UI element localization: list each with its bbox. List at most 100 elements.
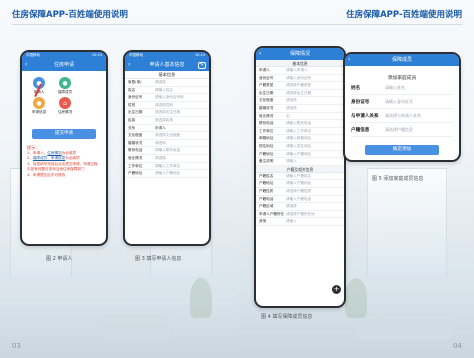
form-row[interactable]: 户籍性质 请选择户籍性质 bbox=[256, 188, 344, 196]
field-value[interactable]: 请输入 bbox=[286, 158, 344, 165]
field-value[interactable]: 请输入姓名 bbox=[155, 87, 209, 94]
form-row[interactable]: 与申请人关系 请选择与申请人关系 bbox=[351, 109, 453, 123]
form-row[interactable]: 邮箱地址 请输入邮箱地址 bbox=[256, 135, 344, 143]
field-value[interactable]: 请输入申请人 bbox=[286, 67, 344, 74]
field-value[interactable]: 请输入工作单位 bbox=[155, 163, 209, 170]
add-member-button[interactable]: + bbox=[332, 285, 341, 294]
form-row[interactable]: 户籍电话 请输入户籍电话 bbox=[256, 196, 344, 204]
form-row[interactable]: 身份证号 请输入身份证号 bbox=[351, 95, 453, 109]
field-value[interactable]: 请选择出生日期 bbox=[155, 109, 209, 116]
field-value[interactable]: 请输入工作单位 bbox=[286, 128, 344, 135]
back-arrow-icon[interactable]: ‹ bbox=[25, 59, 27, 71]
field-value[interactable]: 请输入 bbox=[286, 218, 344, 225]
field-value[interactable]: 请输入身份证号码 bbox=[155, 94, 209, 101]
status-bar: 中国移动 10:24 bbox=[22, 52, 106, 59]
back-arrow-icon[interactable]: ‹ bbox=[259, 48, 261, 60]
field-value[interactable]: 请输入姓名 bbox=[385, 85, 405, 91]
form-row[interactable]: 姓名 请输入姓名 bbox=[351, 81, 453, 95]
field-value[interactable]: 请输入身份证号 bbox=[385, 99, 413, 105]
notes-block: 提示： 1、申请人、住房情况为必填项 2、保障成员、申请信息为必填项 3、信息填… bbox=[22, 139, 106, 185]
form-row[interactable]: 家庭(单) 请选择 bbox=[125, 79, 209, 87]
field-value[interactable]: 请选择户籍信息 bbox=[385, 127, 413, 133]
form-row[interactable]: 户籍类型 请选择户籍类型 bbox=[256, 82, 344, 90]
field-label: 就业情况 bbox=[259, 113, 274, 118]
form-row[interactable]: 民族 请选择民族 bbox=[125, 117, 209, 125]
nav-title: 申请人基本信息 bbox=[149, 62, 185, 68]
back-arrow-icon[interactable]: ‹ bbox=[128, 59, 130, 71]
field-value[interactable]: 请选择 bbox=[286, 203, 344, 210]
form-row[interactable]: 就业情况 无 bbox=[256, 113, 344, 121]
form-row[interactable]: 户籍姓名 请输入户籍姓名 bbox=[256, 173, 344, 181]
form-row[interactable]: 婚姻状况 请选择 bbox=[125, 140, 209, 148]
field-value[interactable]: 请输入户籍电话 bbox=[286, 196, 344, 203]
field-label: 身份证号 bbox=[259, 75, 274, 80]
form-row[interactable]: 申请人 请输入申请人 bbox=[256, 67, 344, 75]
form-row[interactable]: 工作单位 请输入工作单位 bbox=[125, 163, 209, 171]
form-row[interactable]: 备注说明 请输入 bbox=[256, 158, 344, 166]
field-label: 联系电话 bbox=[259, 121, 274, 126]
field-value[interactable]: 请输入身份证号 bbox=[286, 75, 344, 82]
field-value[interactable]: 请选择民族 bbox=[155, 117, 209, 124]
form-row[interactable]: 联系电话 请输入联系电话 bbox=[256, 120, 344, 128]
field-value[interactable]: 请选择 bbox=[286, 105, 344, 112]
field-value[interactable]: 请输入户籍地址 bbox=[286, 151, 344, 158]
confirm-add-button[interactable]: 确定添加 bbox=[365, 145, 439, 155]
field-value[interactable]: 请选择 bbox=[286, 97, 344, 104]
form-row[interactable]: 户籍地址 请输入户籍地址 bbox=[125, 170, 209, 178]
form-row[interactable]: 性别 请选择性别 bbox=[125, 102, 209, 110]
field-label: 婚姻状况 bbox=[259, 105, 274, 110]
field-value[interactable]: 请输入联系电话 bbox=[286, 120, 344, 127]
field-value[interactable]: 请输入户籍地址 bbox=[155, 170, 209, 177]
field-value[interactable]: 请选择户籍所在地 bbox=[286, 211, 344, 218]
form-row[interactable]: 工作单位 请输入工作单位 bbox=[256, 128, 344, 136]
nav-bar: ‹ 申请人基本信息 ✎ bbox=[125, 59, 209, 71]
submit-application-button[interactable]: 提交申请 bbox=[32, 129, 96, 139]
form-row[interactable]: 婚姻状况 请选择 bbox=[256, 105, 344, 113]
form-row[interactable]: 申请人户籍所在 请选择户籍所在地 bbox=[256, 211, 344, 219]
note-line: 3、信息填写完成后点击提交申请，申请过程中如有问题可咨询当地住房保障部门 bbox=[27, 161, 98, 172]
field-label: 户籍类型 bbox=[259, 83, 274, 88]
form-row[interactable]: 出生日期 请选择出生日期 bbox=[125, 109, 209, 117]
field-value[interactable]: 请输入邮箱地址 bbox=[286, 135, 344, 142]
field-value[interactable]: 请选择户籍性质 bbox=[286, 188, 344, 195]
field-label: 家庭(单) bbox=[128, 80, 142, 84]
field-value[interactable]: 请输入现住地址 bbox=[286, 143, 344, 150]
field-value[interactable]: 请选择 bbox=[155, 155, 209, 162]
field-value[interactable]: 请选择性别 bbox=[155, 102, 209, 109]
phone-apply-home: 中国移动 10:24 ‹ 住房申请 ● 申请人 ● 保障成员 ● 申请信息 ⌂ … bbox=[20, 50, 108, 246]
form-row[interactable]: 联系电话 请输入联系电话 bbox=[125, 147, 209, 155]
form-row[interactable]: 身份证号 请输入身份证号码 bbox=[125, 94, 209, 102]
field-label: 户籍区域 bbox=[259, 204, 274, 209]
field-value[interactable]: 请选择文化程度 bbox=[155, 132, 209, 139]
form-row[interactable]: 姓名 请输入姓名 bbox=[125, 87, 209, 95]
module-apply-info[interactable]: ● 申请信息 bbox=[26, 97, 52, 115]
form-row[interactable]: 户籍信息 请选择户籍信息 bbox=[351, 123, 453, 137]
form-row[interactable]: 其他 请输入 bbox=[256, 218, 344, 226]
form-row[interactable]: 现住地址 请输入现住地址 bbox=[256, 143, 344, 151]
field-value[interactable]: 请选择与申请人关系 bbox=[385, 113, 421, 119]
back-arrow-icon[interactable]: ‹ bbox=[348, 54, 350, 66]
field-value[interactable]: 请输入联系电话 bbox=[155, 147, 209, 154]
field-label: 工作单位 bbox=[259, 128, 274, 133]
field-value[interactable]: 请选择 bbox=[155, 140, 209, 147]
module-members[interactable]: ● 保障成员 bbox=[52, 77, 78, 95]
form-row[interactable]: 身份证号 请输入身份证号 bbox=[256, 75, 344, 83]
form-row[interactable]: 户籍地址 请输入户籍地址 bbox=[256, 151, 344, 159]
form-row[interactable]: 就业情况 请选择 bbox=[125, 155, 209, 163]
form-row[interactable]: 关系 申请人 bbox=[125, 125, 209, 133]
field-value[interactable]: 请输入户籍地址 bbox=[286, 180, 344, 187]
form-row[interactable]: 出生日期 请选择出生日期 bbox=[256, 90, 344, 98]
form-row[interactable]: 户籍地址 请输入户籍地址 bbox=[256, 180, 344, 188]
form-row[interactable]: 户籍区域 请选择 bbox=[256, 203, 344, 211]
module-housing[interactable]: ⌂ 住房情况 bbox=[52, 97, 78, 115]
field-value[interactable]: 申请人 bbox=[155, 125, 209, 132]
right-page: 住房保障APP-百姓端使用说明 ‹ 保障情况 基本信息 申请人 请输入申请人 身份证… bbox=[237, 0, 474, 358]
field-value[interactable]: 无 bbox=[286, 113, 344, 120]
field-value[interactable]: 请选择出生日期 bbox=[286, 90, 344, 97]
field-value[interactable]: 请输入户籍姓名 bbox=[286, 173, 344, 180]
field-value[interactable]: 请选择 bbox=[155, 79, 209, 86]
field-value[interactable]: 请选择户籍类型 bbox=[286, 82, 344, 89]
form-row[interactable]: 文化程度 请选择 bbox=[256, 97, 344, 105]
form-row[interactable]: 文化程度 请选择文化程度 bbox=[125, 132, 209, 140]
edit-icon[interactable]: ✎ bbox=[197, 62, 206, 69]
